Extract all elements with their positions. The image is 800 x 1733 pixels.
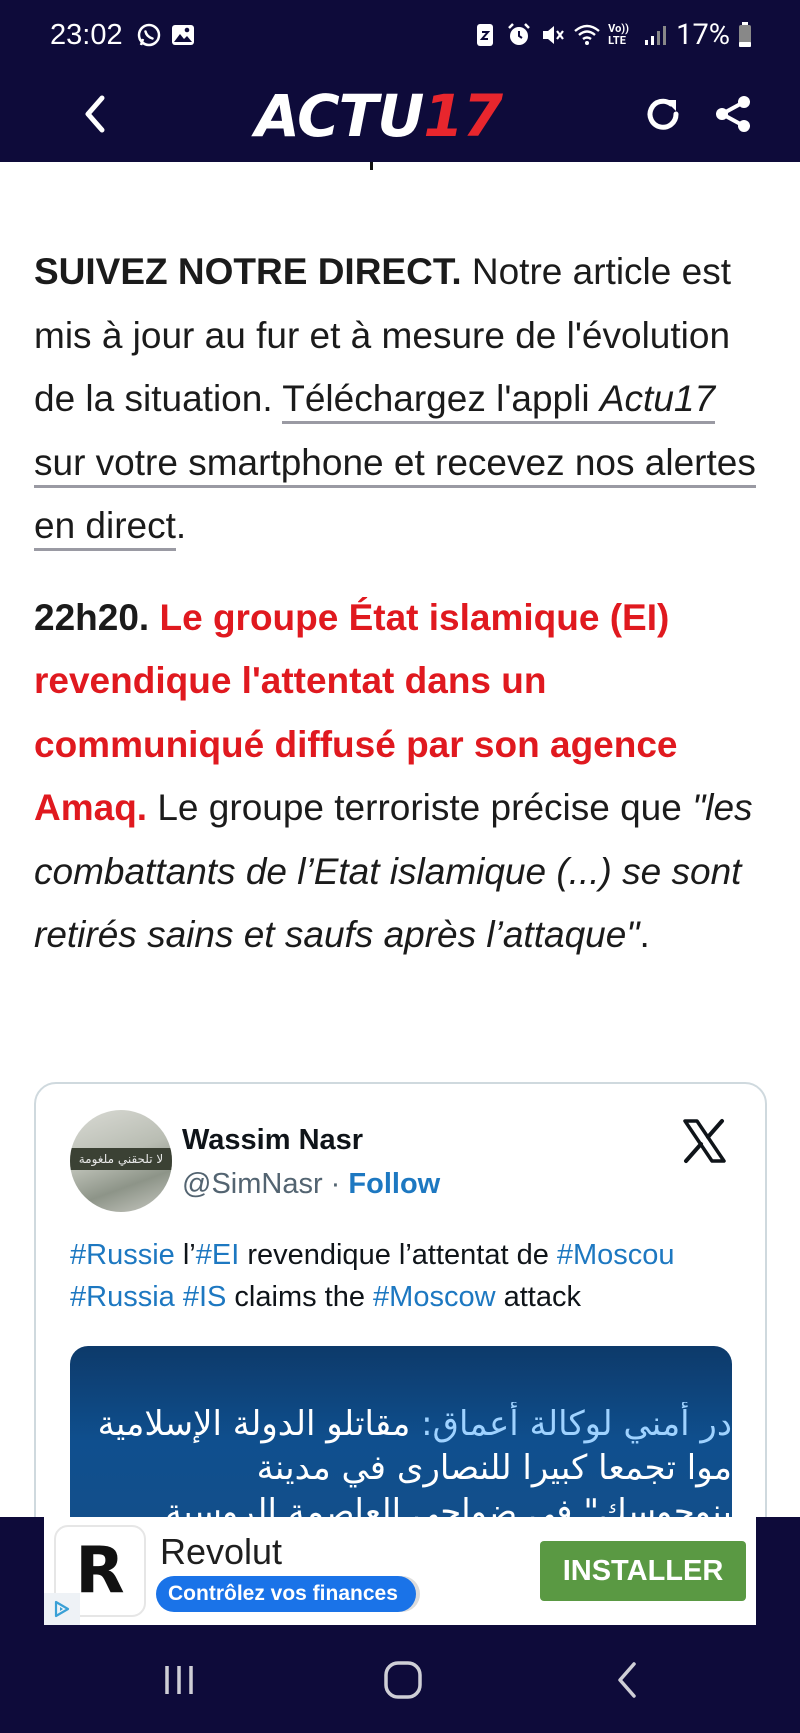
actu17-logo: ACTU 17	[255, 76, 503, 156]
live-notice-end: .	[175, 505, 187, 546]
system-navigation-bar	[0, 1627, 800, 1733]
status-right-icons: Vo)) LTE 17%	[472, 18, 752, 52]
battery-percent: 17%	[676, 18, 730, 52]
ad-banner-area: R Revolut Contrôlez vos finances INSTALL…	[0, 1517, 800, 1627]
tweet-author-avatar[interactable]: لا تلحقني ملغومة	[70, 1110, 172, 1212]
wifi-icon	[574, 24, 600, 45]
back-button[interactable]	[70, 86, 120, 142]
tweet-text: #Russie l’#EI revendique l’attentat de #…	[70, 1234, 740, 1318]
update-time: 22h20.	[34, 596, 150, 638]
tweet-text-fragment: l’	[174, 1239, 196, 1271]
hashtag-link[interactable]: #Russia	[70, 1281, 175, 1313]
hashtag-link[interactable]: #IS	[183, 1281, 227, 1313]
live-notice-bold: SUIVEZ NOTRE DIRECT.	[34, 251, 462, 292]
hashtag-link[interactable]: #Moscow	[373, 1281, 496, 1313]
tweet-author-handle[interactable]: @SimNasr	[182, 1168, 323, 1200]
gallery-icon	[172, 25, 194, 45]
media-line-1-text: مقاتلو الدولة الإسلامية	[97, 1404, 411, 1444]
volte-icon: Vo)) LTE	[608, 22, 630, 47]
ad-banner[interactable]: R Revolut Contrôlez vos finances INSTALL…	[44, 1517, 756, 1625]
media-line-2: موا تجمعا كبيرا للنصارى في مدينة	[256, 1448, 732, 1488]
update-text: Le groupe terroriste précise que	[147, 787, 693, 828]
media-line-1-source: در أمني لوكالة أعماق:	[410, 1404, 732, 1444]
whatsapp-icon	[137, 23, 161, 47]
mute-icon	[543, 26, 565, 44]
logo-text-actu: ACTU	[255, 82, 424, 150]
tweet-handle-separator: ·	[322, 1168, 349, 1200]
x-logo-icon[interactable]	[681, 1118, 727, 1164]
media-line-1: در أمني لوكالة أعماق: مقاتلو الدولة الإس…	[72, 1402, 732, 1446]
tweet-author-name[interactable]: Wassim Nasr	[182, 1124, 363, 1157]
status-time: 23:02	[50, 19, 123, 51]
download-app-link-app-name: Actu17	[599, 378, 716, 419]
ad-choices-triangle-icon	[54, 1600, 70, 1618]
download-app-link-text-b: sur votre smartphone et recevez nos aler…	[34, 441, 756, 547]
logo-text-17: 17	[423, 82, 503, 150]
recent-apps-icon	[165, 1666, 193, 1694]
article-body: SUIVEZ NOTRE DIRECT. Notre article est m…	[34, 240, 769, 967]
tweet-media-image[interactable]: در أمني لوكالة أعماق: مقاتلو الدولة الإس…	[70, 1346, 732, 1517]
tweet-text-fragment: attack	[495, 1281, 581, 1313]
install-button[interactable]: INSTALLER	[540, 1541, 746, 1601]
media-line-3: بنوجوسك" في ضواحي العاصمة الروسية	[165, 1492, 732, 1517]
home-button[interactable]	[368, 1647, 438, 1713]
home-icon	[384, 1661, 422, 1699]
back-icon	[618, 1662, 636, 1698]
tweet-text-fragment: revendique l’attentat de	[239, 1239, 557, 1271]
dnd-icon	[477, 24, 494, 46]
download-app-link-text-a: Téléchargez l'appli	[282, 378, 600, 419]
app-bar: ACTU 17	[0, 70, 800, 162]
tweet-text-fragment: claims the	[226, 1281, 374, 1313]
article-content: SUIVEZ NOTRE DIRECT. Notre article est m…	[0, 162, 800, 1517]
embedded-tweet[interactable]: لا تلحقني ملغومة Wassim Nasr @SimNasr · …	[34, 1082, 767, 1517]
ad-title[interactable]: Revolut	[160, 1531, 282, 1573]
tweet-media-text: در أمني لوكالة أعماق: مقاتلو الدولة الإس…	[72, 1402, 732, 1517]
live-notice-paragraph: SUIVEZ NOTRE DIRECT. Notre article est m…	[34, 240, 769, 558]
refresh-icon	[647, 98, 679, 130]
status-left-icons	[136, 22, 196, 48]
signal-icon	[645, 26, 667, 45]
update-paragraph: 22h20. Le groupe État islamique (EI) rev…	[34, 586, 769, 967]
battery-icon	[739, 22, 751, 47]
tweet-handle-row: @SimNasr · Follow	[182, 1168, 440, 1201]
tweet-follow-link[interactable]: Follow	[348, 1168, 440, 1200]
ad-subtitle[interactable]: Contrôlez vos finances	[156, 1576, 416, 1612]
hashtag-link[interactable]: #EI	[196, 1239, 240, 1271]
cut-off-text-fragment	[370, 162, 390, 170]
tweet-text-fragment	[175, 1281, 183, 1313]
avatar-caption: لا تلحقني ملغومة	[70, 1148, 172, 1170]
hashtag-link[interactable]: #Russie	[70, 1239, 175, 1271]
refresh-button[interactable]	[638, 86, 688, 142]
chevron-left-icon	[85, 95, 105, 133]
share-icon	[716, 96, 750, 132]
status-bar: 23:02 Vo)) LTE 17%	[0, 0, 800, 70]
share-button[interactable]	[708, 86, 758, 142]
ad-choices-icon[interactable]	[44, 1593, 80, 1625]
system-back-button[interactable]	[592, 1647, 662, 1713]
alarm-icon	[508, 23, 531, 45]
update-end: .	[639, 914, 650, 955]
hashtag-link[interactable]: #Moscou	[557, 1239, 675, 1271]
recent-apps-button[interactable]	[144, 1647, 214, 1713]
